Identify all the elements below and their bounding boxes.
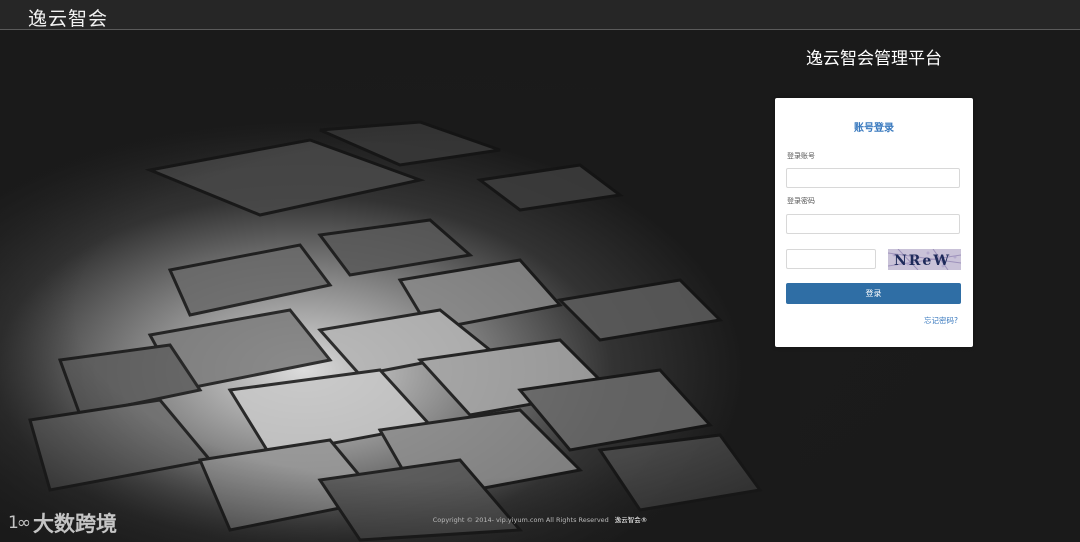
watermark: 1∞ 大数跨境 (8, 508, 117, 538)
app-logo: 逸云智会 (28, 8, 109, 30)
login-button[interactable]: 登录 (786, 283, 961, 304)
watermark-text: 大数跨境 (32, 512, 117, 536)
copyright-text: Copyright © 2014- vip.yiyum.com All Righ… (432, 516, 609, 524)
platform-title: 逸云智会管理平台 (806, 49, 942, 69)
password-input[interactable] (786, 214, 960, 234)
top-bar: 逸云智会 (0, 0, 1080, 30)
captcha-noise-graphic: NReW (888, 249, 961, 270)
watermark-icon: 1∞ (8, 513, 31, 533)
account-label: 登录账号 (787, 152, 815, 160)
captcha-input[interactable] (786, 249, 876, 269)
captcha-text: NReW (894, 253, 951, 269)
footer-brand: 逸云智会® (614, 516, 648, 524)
footer-copyright: Copyright © 2014- vip.yiyum.com All Righ… (0, 514, 1080, 524)
login-card-title: 账号登录 (854, 123, 894, 134)
account-input[interactable] (786, 168, 960, 188)
captcha-image[interactable]: NReW (888, 249, 961, 270)
login-card: 账号登录 登录账号 登录密码 NReW 登录 忘记密码? (775, 98, 973, 347)
password-label: 登录密码 (787, 197, 815, 205)
forgot-password-link[interactable]: 忘记密码? (924, 315, 958, 326)
